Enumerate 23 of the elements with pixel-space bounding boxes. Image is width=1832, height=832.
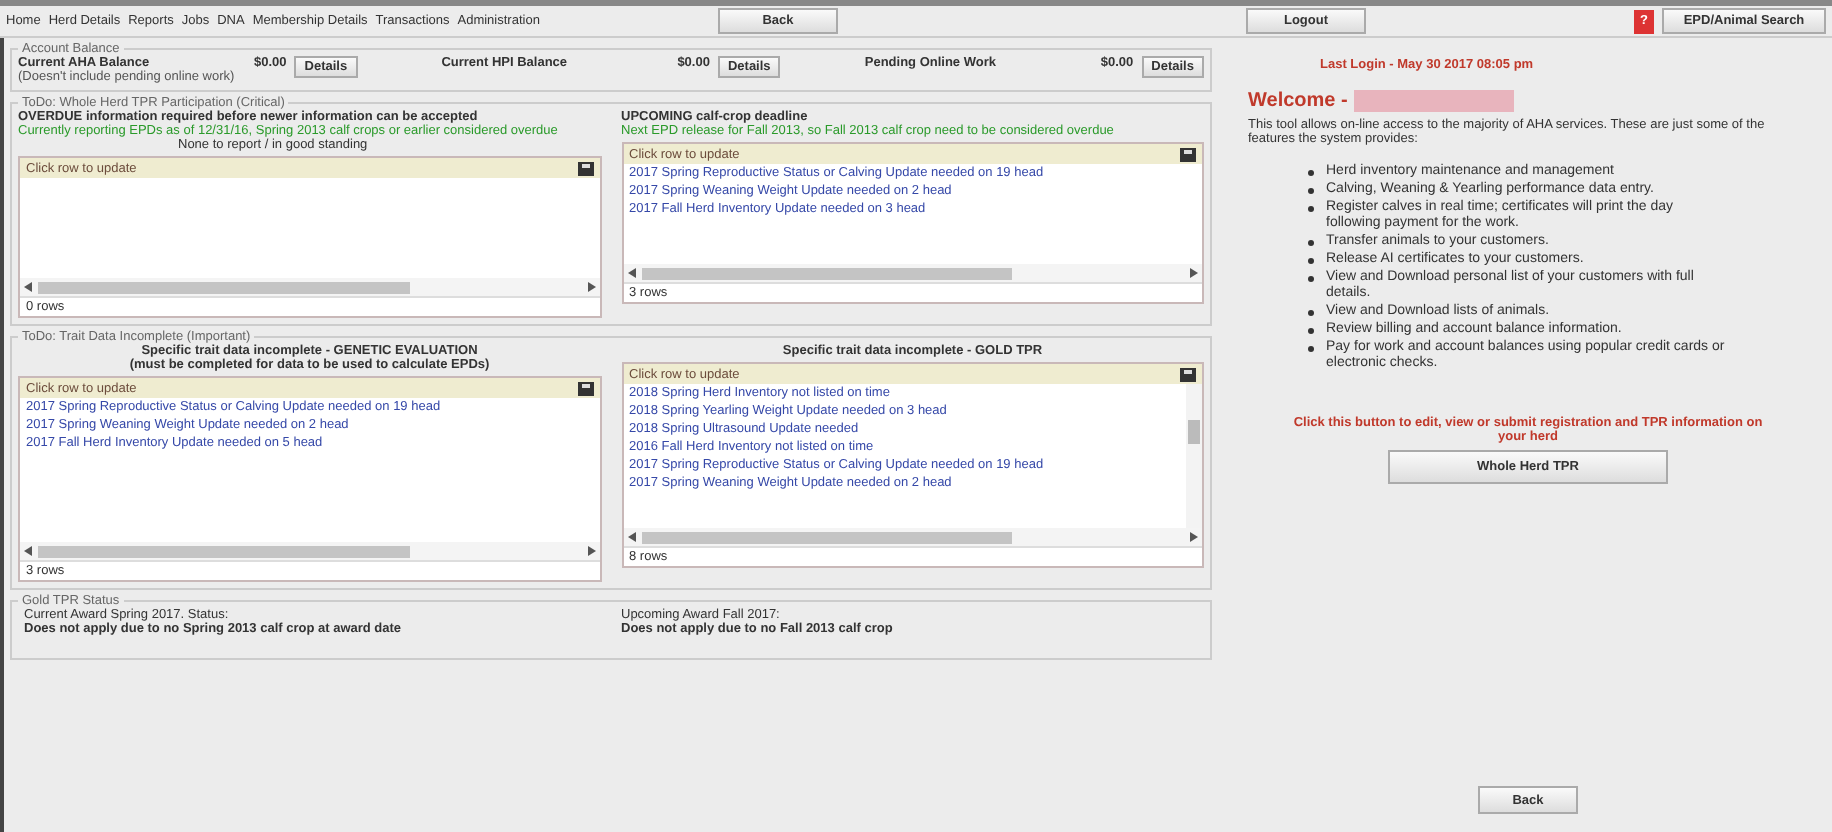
bullet-icon (1308, 240, 1314, 246)
bullet-icon (1308, 257, 1314, 264)
scrollbar[interactable] (20, 278, 599, 297)
export-icon[interactable] (1180, 146, 1196, 163)
bullet-icon (1308, 205, 1314, 211)
scroll-left-icon[interactable] (24, 282, 32, 293)
export-icon[interactable] (577, 160, 593, 177)
scroll-left-icon[interactable] (24, 546, 32, 557)
bullet-icon (1308, 310, 1314, 316)
bullet-icon (1308, 275, 1314, 281)
bullet-icon (1308, 170, 1314, 176)
scrollbar[interactable] (20, 542, 599, 561)
bullet-icon (1308, 187, 1314, 194)
export-icon[interactable] (577, 380, 593, 397)
welcome-title: Welcome - (1248, 90, 1348, 112)
export-icon[interactable] (1180, 366, 1196, 383)
scrollbar[interactable] (1186, 384, 1202, 529)
scroll-left-icon[interactable] (627, 268, 635, 279)
scrollbar[interactable] (623, 528, 1202, 547)
bullet-icon (1308, 345, 1314, 351)
scroll-left-icon[interactable] (627, 532, 635, 543)
bullet-icon (1308, 327, 1314, 334)
scrollbar[interactable] (623, 264, 1202, 283)
